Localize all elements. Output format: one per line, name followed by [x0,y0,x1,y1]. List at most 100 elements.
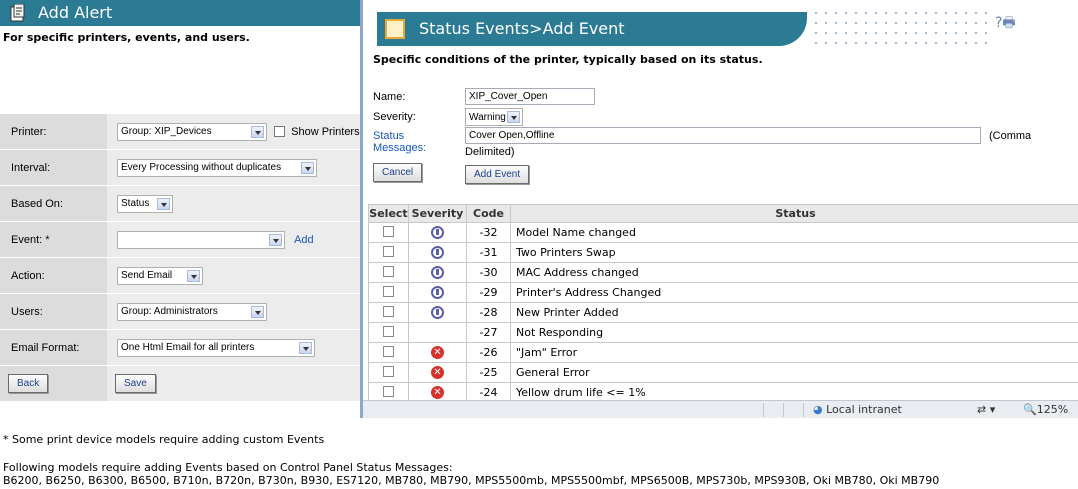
severity-label: Severity: [373,111,416,123]
intranet-zone-label: Local intranet [826,403,902,416]
add-alert-subtitle: For specific printers, events, and users… [3,31,250,44]
alert-form: Printer: Group: XIP_Devices Show Printer… [0,113,360,402]
users-select[interactable]: Group: Administrators [117,302,267,321]
name-input[interactable]: XIP_Cover_Open [465,88,595,105]
zoom-level[interactable]: 🔍125% [1023,403,1068,416]
table-row[interactable]: -30 MAC Address changed [368,262,1078,283]
row-select-checkbox[interactable] [383,285,394,297]
select-cell [368,242,409,263]
table-row[interactable]: -27 Not Responding [368,322,1078,343]
status-cell: Model Name changed [510,222,1078,243]
chevron-down-icon [299,341,312,354]
info-icon [431,286,444,300]
status-bar-divider [803,403,804,417]
note-custom-events: * Some print device models require addin… [3,433,325,446]
row-select-checkbox[interactable] [383,365,394,377]
interval-select-value: Every Processing without duplicates [121,162,282,173]
severity-select[interactable]: Warning [465,108,523,126]
save-button[interactable]: Save [115,374,156,393]
action-select[interactable]: Send Email [117,266,203,285]
magnifier-icon: 🔍 [1023,403,1037,416]
row-select-checkbox[interactable] [383,225,394,237]
row-select-checkbox[interactable] [383,245,394,257]
select-cell [368,342,409,363]
event-select[interactable] [117,230,285,249]
code-cell: -29 [466,282,511,303]
status-cell: Printer's Address Changed [510,282,1078,303]
users-select-value: Group: Administrators [121,306,218,317]
back-button[interactable]: Back [8,374,49,393]
select-cell [368,322,409,343]
error-icon: ✕ [431,386,444,400]
status-bar-divider [783,403,784,417]
code-cell: -30 [466,262,511,283]
chevron-down-icon [251,305,264,318]
status-column-header[interactable]: Status [510,204,1078,223]
note-models-heading: Following models require adding Events b… [3,461,453,474]
severity-cell [408,222,467,243]
event-row: Event: * Add [0,221,360,258]
table-row[interactable]: -32 Model Name changed [368,222,1078,243]
table-row[interactable]: ✕ -26 "Jam" Error [368,342,1078,363]
select-cell [368,222,409,243]
row-select-checkbox[interactable] [383,345,394,357]
decorative-dots [811,8,991,46]
action-label: Action: [0,257,107,294]
severity-column-header[interactable]: Severity [408,204,467,223]
info-icon [431,226,444,240]
severity-select-value: Warning [469,111,506,123]
email-format-select-value: One Html Email for all printers [121,342,255,353]
interval-select[interactable]: Every Processing without duplicates [117,158,317,177]
code-cell: -31 [466,242,511,263]
select-cell [368,262,409,283]
row-select-checkbox[interactable] [383,385,394,397]
row-select-checkbox[interactable] [383,325,394,337]
users-label: Users: [0,293,107,330]
code-cell: -32 [466,222,511,243]
help-icon[interactable]: ?🖶 [995,12,1016,36]
event-label: Event: * [0,221,107,258]
info-icon [431,266,444,280]
code-cell: -26 [466,342,511,363]
info-icon [431,306,444,320]
chevron-down-icon [269,233,282,246]
cancel-button[interactable]: Cancel [373,163,423,182]
status-messages-input[interactable]: Cover Open,Offline [465,127,981,144]
status-cell: Not Responding [510,322,1078,343]
status-cell: New Printer Added [510,302,1078,323]
table-row[interactable]: -29 Printer's Address Changed [368,282,1078,303]
printer-select[interactable]: Group: XIP_Devices [117,122,267,141]
table-row[interactable]: -28 New Printer Added [368,302,1078,323]
severity-cell: ✕ [408,362,467,383]
document-icon [10,4,25,22]
interval-label: Interval: [0,149,107,186]
show-printers-label: Show Printers [291,125,360,138]
select-column-header[interactable]: Select [368,204,409,223]
action-select-value: Send Email [121,270,173,281]
severity-cell [408,282,467,303]
code-column-header[interactable]: Code [466,204,511,223]
table-row[interactable]: -31 Two Printers Swap [368,242,1078,263]
add-event-button[interactable]: Add Event [465,165,530,184]
status-events-title: Status Events>Add Event [419,19,625,38]
table-row[interactable]: ✕ -25 General Error [368,362,1078,383]
interval-row: Interval: Every Processing without dupli… [0,149,360,186]
protected-mode-icon[interactable]: ⇄ ▾ [977,403,995,416]
chevron-down-icon [507,111,520,123]
status-messages-label-2: Messages: [373,142,427,154]
status-cell: General Error [510,362,1078,383]
action-row: Action: Send Email [0,257,360,294]
row-select-checkbox[interactable] [383,305,394,317]
note-models-list: B6200, B6250, B6300, B6500, B710n, B720n… [3,474,940,487]
based-on-select[interactable]: Status [117,194,173,213]
comma-hint-2: Delimited) [465,146,515,158]
show-printers-checkbox[interactable] [274,126,286,137]
globe-icon: ◕ [813,403,823,416]
based-on-row: Based On: Status [0,185,360,222]
row-select-checkbox[interactable] [383,265,394,277]
severity-cell: ✕ [408,342,467,363]
email-format-select[interactable]: One Html Email for all printers [117,338,315,357]
severity-cell [408,262,467,283]
chevron-down-icon [187,269,200,282]
add-event-link[interactable]: Add [294,234,314,246]
